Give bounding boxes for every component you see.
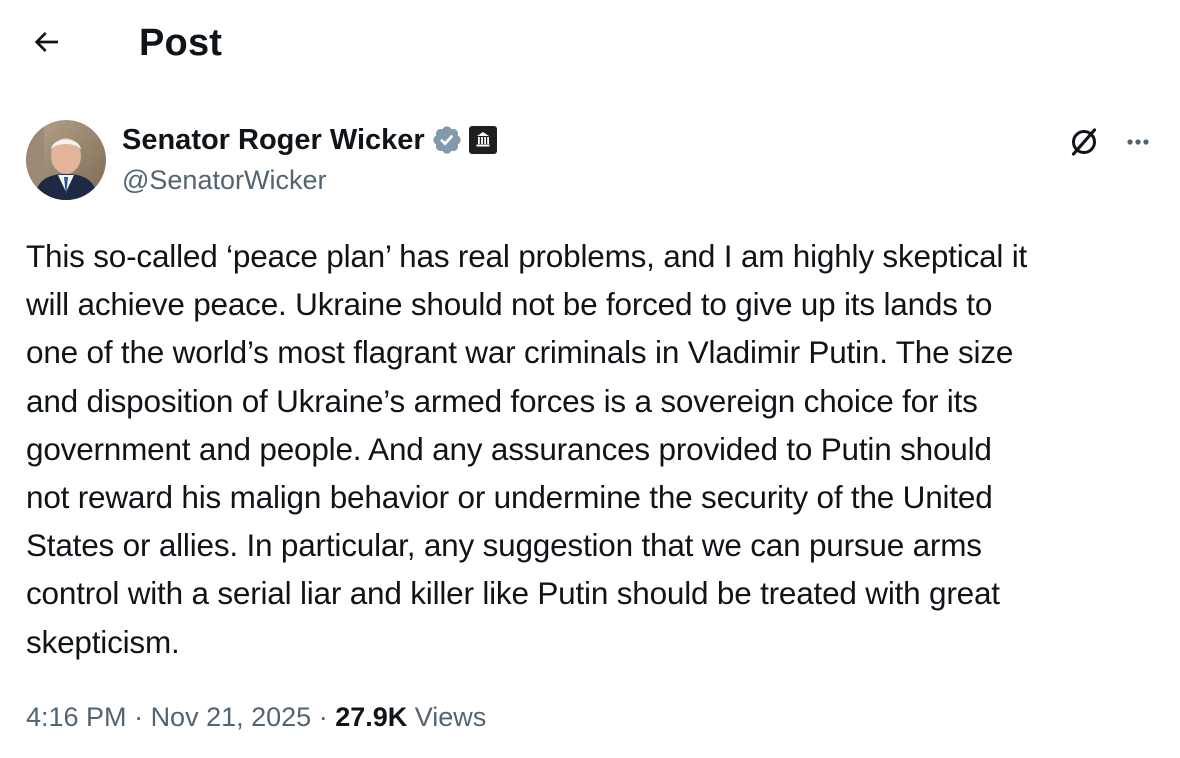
arrow-left-icon [30,26,62,63]
author-display-name[interactable]: Senator Roger Wicker [122,120,425,160]
author-info: Senator Roger Wicker @SenatorWicker [122,120,497,200]
post-meta: 4:16 PM · Nov 21, 2025 · 27.9K Views [26,697,486,737]
more-horizontal-icon [1121,125,1155,164]
avatar[interactable] [26,120,106,200]
grok-icon [1067,125,1101,164]
post-header: Post [0,0,1180,88]
back-button[interactable] [22,22,70,66]
views-label: Views [407,702,487,732]
more-options-button[interactable] [1118,124,1158,164]
views-count[interactable]: 27.9K [335,702,407,732]
meta-separator: · [311,702,336,732]
author-handle[interactable]: @SenatorWicker [122,160,497,200]
post-text: This so-called ‘peace plan’ has real pro… [26,238,1028,660]
post-time[interactable]: 4:16 PM [26,702,127,732]
author-name-row: Senator Roger Wicker [122,120,497,160]
meta-separator: · [126,702,151,732]
government-building-icon[interactable] [468,126,497,154]
grok-button[interactable] [1064,124,1104,164]
page-title: Post [139,22,223,64]
verified-badge-icon[interactable] [431,124,463,156]
post-date[interactable]: Nov 21, 2025 [151,702,312,732]
